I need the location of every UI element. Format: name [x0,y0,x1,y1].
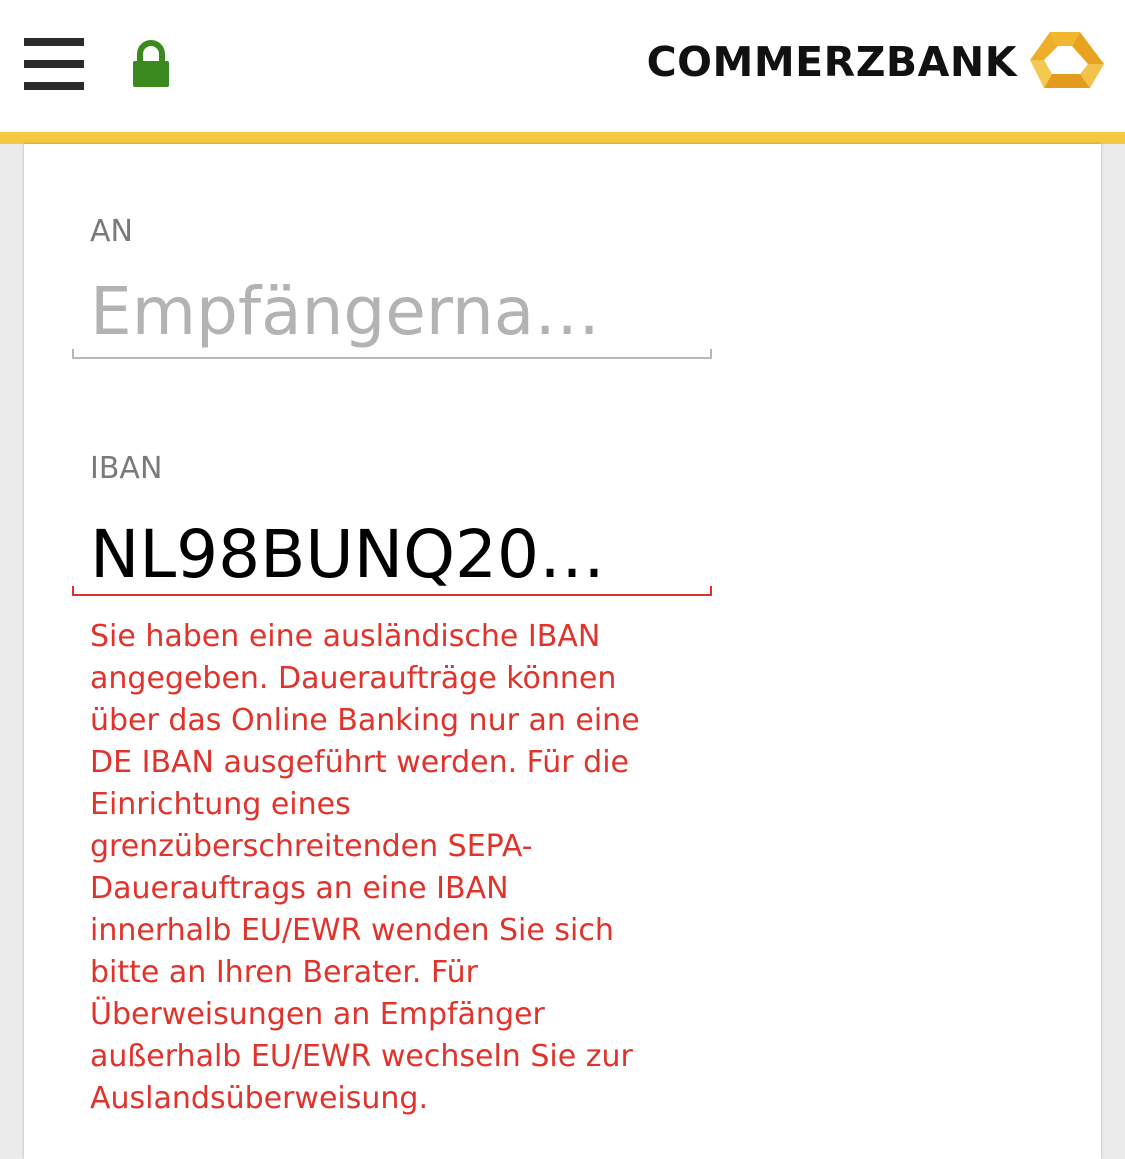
lock-icon [133,40,169,87]
error-line: Auslandsüberweisung. [90,1081,428,1116]
brand-name: COMMERZBANK [646,38,1017,86]
error-line: DE IBAN ausgeführt werden. Für die [90,745,629,780]
menu-bar [24,60,84,68]
error-line: Sie haben eine ausländische IBAN [90,619,601,654]
commerzbank-ribbon-logo-icon [1030,32,1104,88]
error-line: bitte an Ihren Berater. Für [90,955,478,990]
error-line: über das Online Banking nur an eine [90,703,640,738]
error-line: angegeben. Daueraufträge können [90,661,617,696]
recipient-input-underline [72,349,712,359]
error-line: Dauerauftrags an eine IBAN [90,871,509,906]
error-line: außerhalb EU/EWR wechseln Sie zur [90,1039,633,1074]
iban-input-underline-error [72,586,712,596]
menu-bar [24,38,84,46]
iban-error-message: Sie haben eine ausländische IBAN angegeb… [90,616,730,1120]
menu-bar [24,82,84,90]
top-header: COMMERZBANK [0,0,1125,132]
error-line: Einrichtung eines [90,787,351,822]
header-accent-stripe [0,132,1125,144]
error-line: grenzüberschreitenden SEPA- [90,829,533,864]
transfer-form-card: AN Empfängerna… IBAN NL98BUNQ20… Sie hab… [24,144,1101,1159]
recipient-label: AN [90,214,133,249]
iban-input[interactable]: NL98BUNQ20… [90,515,650,595]
iban-label: IBAN [90,451,163,486]
recipient-name-input[interactable]: Empfängerna… [90,272,650,352]
error-line: Überweisungen an Empfänger [90,997,545,1032]
hamburger-menu-icon[interactable] [22,38,86,94]
error-line: innerhalb EU/EWR wenden Sie sich [90,913,614,948]
